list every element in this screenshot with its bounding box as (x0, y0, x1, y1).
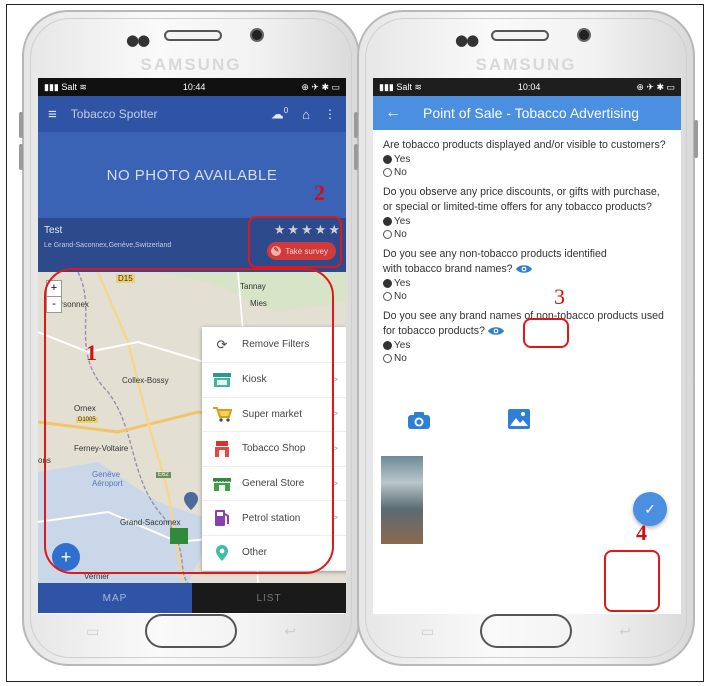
home-button[interactable] (145, 614, 237, 648)
photo-thumbnail[interactable] (381, 456, 423, 544)
home-icon[interactable]: ⌂ (302, 107, 310, 122)
radio-empty-icon (383, 230, 392, 239)
radio-selected-icon (383, 155, 392, 164)
front-camera (250, 28, 264, 42)
radio-selected-icon (383, 217, 392, 226)
app-bar: ≡ Tobacco Spotter ☁0 ⌂ ⋮ (38, 96, 346, 132)
signal-icon: ▮▮▮ (379, 81, 394, 92)
sync-badge: 0 (283, 105, 289, 115)
volume-key (354, 112, 358, 138)
eye-icon[interactable] (515, 264, 532, 274)
media-buttons (373, 406, 681, 436)
question-text: Do you see any non-tobacco products iden… (383, 248, 607, 275)
status-bar: ▮▮▮ Salt ≋ 10:44 ⊕ ✈ ✱ ▭ (38, 78, 346, 96)
system-icons: ⊕ ✈ ✱ ▭ (636, 81, 675, 92)
sensor-dots: ●● (126, 31, 150, 49)
app-title: Tobacco Spotter (70, 107, 158, 121)
clock: 10:44 (182, 82, 206, 92)
radio-yes[interactable]: Yes (383, 277, 671, 290)
brand-logo: SAMSUNG (140, 55, 242, 74)
recent-apps-icon[interactable]: ▭ (86, 623, 99, 640)
radio-empty-icon (383, 168, 392, 177)
survey-header: ← Point of Sale - Tobacco Advertising (373, 96, 681, 130)
annotation-box-1 (44, 268, 334, 574)
tab-list[interactable]: LIST (192, 583, 346, 613)
radio-selected-icon (383, 341, 392, 350)
eye-icon[interactable] (487, 326, 504, 336)
signal-icon: ▮▮▮ (44, 81, 59, 92)
radio-yes[interactable]: Yes (383, 215, 671, 228)
carrier-label: ▮▮▮ Salt ≋ (44, 81, 87, 92)
sensor-dots: ●● (455, 31, 479, 49)
annotation-number-4: 4 (636, 520, 647, 545)
camera-icon[interactable] (407, 410, 431, 430)
annotation-box-3 (523, 318, 569, 348)
speaker-grille (164, 30, 222, 41)
gallery-icon[interactable] (507, 408, 531, 430)
radio-selected-icon (383, 279, 392, 288)
annotation-number-2: 2 (314, 180, 325, 205)
question-text: Do you observe any price discounts, or g… (383, 186, 660, 213)
cloud-sync-icon[interactable]: ☁0 (271, 106, 288, 122)
more-vert-icon[interactable]: ⋮ (324, 107, 336, 121)
wifi-icon: ≋ (79, 81, 87, 92)
brand-logo: SAMSUNG (475, 55, 577, 74)
clock: 10:04 (517, 82, 541, 92)
annotation-number-1: 1 (86, 340, 97, 365)
front-camera (577, 28, 591, 42)
volume-key (354, 144, 358, 170)
status-bar: ▮▮▮ Salt ≋ 10:04 ⊕ ✈ ✱ ▭ (373, 78, 681, 96)
question-text: Are tobacco products displayed and/or vi… (383, 139, 666, 151)
tab-map[interactable]: MAP (38, 583, 192, 613)
back-icon[interactable]: ↩ (284, 623, 296, 640)
bottom-tabs: MAP LIST (38, 583, 346, 613)
back-arrow-icon[interactable]: ← (385, 104, 401, 122)
wifi-icon: ≋ (414, 81, 422, 92)
radio-yes[interactable]: Yes (383, 153, 671, 166)
radio-empty-icon (383, 354, 392, 363)
recent-apps-icon[interactable]: ▭ (421, 623, 434, 640)
menu-icon[interactable]: ≡ (48, 106, 57, 123)
volume-key (19, 112, 23, 138)
no-photo-text: NO PHOTO AVAILABLE (106, 166, 278, 184)
power-key (694, 120, 698, 158)
carrier-label: ▮▮▮ Salt ≋ (379, 81, 422, 92)
photo-placeholder: NO PHOTO AVAILABLE (38, 132, 346, 218)
annotation-number-3: 3 (554, 284, 565, 309)
system-icons: ⊕ ✈ ✱ ▭ (301, 81, 340, 92)
radio-empty-icon (383, 292, 392, 301)
volume-key (19, 144, 23, 170)
radio-no[interactable]: No (383, 228, 671, 241)
annotation-box-2 (248, 216, 342, 268)
radio-no[interactable]: No (383, 166, 671, 179)
radio-no[interactable]: No (383, 290, 671, 303)
back-icon[interactable]: ↩ (619, 623, 631, 640)
annotation-box-4 (604, 550, 660, 612)
home-button[interactable] (480, 614, 572, 648)
question-row: Do you see any non-tobacco products iden… (383, 247, 671, 277)
radio-no[interactable]: No (383, 352, 671, 365)
survey-title: Point of Sale - Tobacco Advertising (423, 105, 640, 121)
speaker-grille (491, 30, 549, 41)
